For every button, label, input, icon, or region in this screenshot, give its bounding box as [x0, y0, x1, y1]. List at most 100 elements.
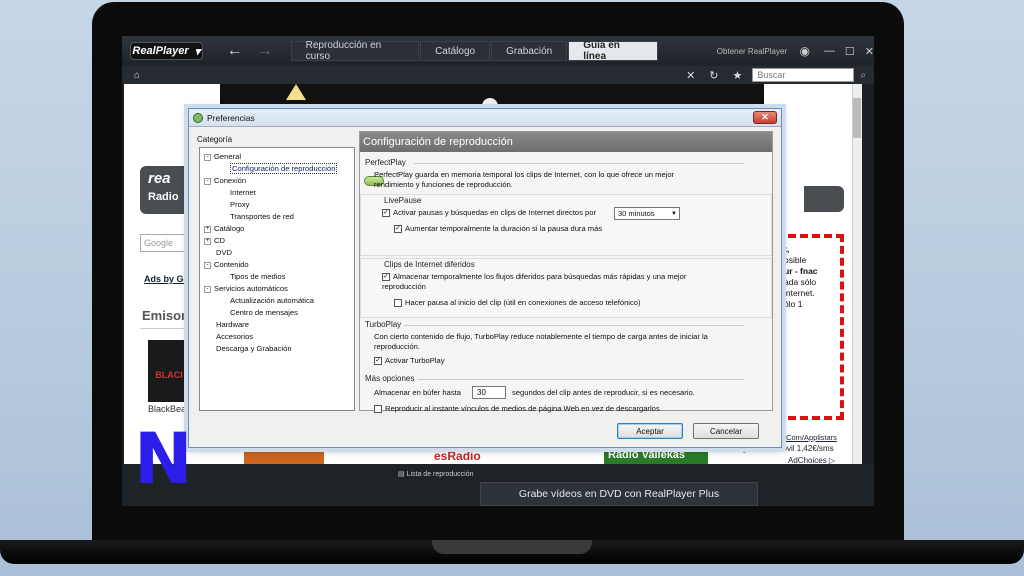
buffer-suffix: segundos del clip antes de reproducir, s… — [512, 388, 695, 397]
page-scrollbar[interactable] — [852, 84, 862, 464]
livepause-enable-checkbox[interactable]: ✓ — [382, 209, 390, 217]
star-icon[interactable]: ★ — [733, 69, 743, 82]
station-label[interactable]: BlackBeat — [148, 404, 189, 414]
emisoras-heading: Emisora — [142, 308, 194, 323]
home-icon[interactable]: ⌂ — [134, 70, 140, 81]
tree-label: Contenido — [214, 260, 249, 269]
livepause-extend-option[interactable]: ✓ Aumentar temporalmente la duración si l… — [394, 224, 602, 234]
tree-item-auto-update[interactable]: Actualización automática — [230, 296, 314, 305]
deferred-store-option[interactable]: ✓ Almacenar temporalmente los flujos dife… — [382, 272, 722, 292]
promo-button[interactable]: Grabe vídeos en DVD con RealPlayer Plus — [480, 482, 758, 506]
tree-item-accessories[interactable]: Accesorios — [216, 332, 253, 341]
browser-tools: ✕ ↻ ★ — [686, 69, 742, 82]
tree-item-dvd[interactable]: DVD — [216, 248, 232, 257]
collapse-icon[interactable]: - — [204, 285, 211, 293]
dropdown-arrow-icon: ▼ — [671, 210, 677, 217]
tab-online-guide[interactable]: Guía en línea — [568, 40, 658, 62]
tree-item-proxy[interactable]: Proxy — [230, 200, 249, 209]
ad-line: t, — [784, 244, 790, 254]
scrollbar-thumb[interactable] — [853, 98, 861, 138]
buffer-seconds-input[interactable]: 30 — [472, 386, 506, 399]
instant-play-option[interactable]: Reproducir al instante vínculos de medio… — [374, 404, 660, 414]
more-options-title: Más opciones — [365, 374, 415, 383]
playlist-toggle[interactable]: ▤ Lista de reproducción — [398, 470, 474, 478]
footer-link[interactable]: .Com/Applistars — [784, 433, 837, 442]
option-label: Almacenar temporalmente los flujos difer… — [382, 272, 687, 291]
deferred-store-checkbox[interactable]: ✓ — [382, 273, 390, 281]
tree-item-catalog[interactable]: + Catálogo — [204, 224, 244, 233]
eye-icon[interactable]: ◉ — [799, 44, 809, 58]
settings-panel: Configuración de reproducción PerfectPla… — [359, 131, 773, 414]
dialog-titlebar[interactable]: Preferencias ✕ — [189, 109, 781, 127]
ad-text[interactable]: t, osible ur - fnac ada sólo internet. ó… — [784, 244, 844, 310]
radio-vallekas-logo[interactable]: Radio Vallekas — [604, 449, 708, 464]
close-icon[interactable]: ✕ — [865, 45, 874, 58]
option-label: Reproducir al instante vínculos de medio… — [385, 404, 660, 413]
stop-icon[interactable]: ✕ — [686, 69, 695, 82]
tree-label: CD — [214, 236, 225, 245]
divider — [418, 379, 744, 380]
tree-item-internet[interactable]: Internet — [230, 188, 256, 197]
perfectplay-title: PerfectPlay — [365, 158, 406, 167]
station-thumbnail[interactable]: BLACI — [148, 340, 190, 402]
ad-line: osible — [784, 255, 807, 265]
livepause-duration-select[interactable]: 30 minutos ▼ — [614, 207, 680, 220]
search-icon[interactable]: ⌕ — [860, 70, 866, 81]
turboplay-description: Con cierto contenido de flujo, TurboPlay… — [374, 332, 708, 351]
maximize-icon[interactable]: ☐ — [845, 45, 855, 58]
dialog-close-button[interactable]: ✕ — [753, 111, 777, 124]
tree-item-network-transports[interactable]: Transportes de red — [230, 212, 294, 221]
tree-item-playback-settings[interactable]: Configuración de reproducción — [230, 163, 338, 174]
accept-button[interactable]: Aceptar — [617, 423, 683, 439]
search-input[interactable] — [752, 68, 855, 82]
tree-item-message-center[interactable]: Centro de mensajes — [230, 308, 298, 317]
red-logo-block[interactable] — [244, 449, 324, 464]
deferred-pause-option[interactable]: Hacer pausa al inicio del clip (útil en … — [394, 298, 641, 308]
option-label: Activar pausas y búsquedas en clips de I… — [393, 208, 597, 217]
cancel-button[interactable]: Cancelar — [693, 423, 759, 439]
instant-play-checkbox[interactable] — [374, 405, 382, 413]
browser-toolbar: ⌂ ✕ ↻ ★ ⌕ — [122, 66, 874, 84]
refresh-icon[interactable]: ↻ — [709, 69, 718, 82]
expand-icon[interactable]: + — [204, 237, 211, 245]
google-search-box[interactable]: Google — [140, 234, 190, 252]
tab-library[interactable]: Catálogo — [420, 41, 491, 61]
tree-item-cd[interactable]: + CD — [204, 236, 225, 245]
livepause-extend-checkbox[interactable]: ✓ — [394, 225, 402, 233]
tree-item-media-types[interactable]: Tipos de medios — [230, 272, 285, 281]
preferences-dialog: Preferencias ✕ Categoría - General Config… — [188, 108, 782, 448]
livepause-enable-option[interactable]: ✓ Activar pausas y búsquedas en clips de … — [382, 208, 596, 218]
playlist-icon: ▤ — [398, 471, 405, 478]
collapse-icon[interactable]: - — [204, 177, 211, 185]
tab-now-playing[interactable]: Reproducción en curso — [290, 40, 420, 62]
tree-item-content[interactable]: - Contenido — [204, 260, 249, 269]
ads-link[interactable]: Ads by Goo — [144, 274, 195, 284]
esradio-logo[interactable]: esRadio — [430, 449, 542, 464]
livepause-title: LivePause — [384, 196, 422, 205]
window-controls: — ☐ ✕ — [824, 45, 874, 58]
get-realplayer-link[interactable]: Obtener RealPlayer — [717, 47, 788, 56]
ad-line: ur - fnac — [784, 266, 818, 276]
tree-item-automatic-services[interactable]: - Servicios automáticos — [204, 284, 288, 293]
chevron-down-icon: ▾ — [194, 45, 201, 58]
collapse-icon[interactable]: - — [204, 261, 211, 269]
collapse-icon[interactable]: - — [204, 153, 211, 161]
player-toolbar: RealPlayer ▾ ← → Reproducción en curso C… — [122, 36, 874, 66]
tree-item-general[interactable]: - General — [204, 152, 241, 161]
tree-item-download-recording[interactable]: Descarga y Grabación — [216, 344, 292, 353]
tree-item-connection[interactable]: - Conexión — [204, 176, 246, 185]
radio-bar — [804, 186, 844, 212]
back-arrow-icon[interactable]: ← — [227, 42, 243, 60]
forward-arrow-icon[interactable]: → — [257, 42, 273, 60]
radio-logo-top: rea — [148, 170, 171, 187]
tree-item-hardware[interactable]: Hardware — [216, 320, 249, 329]
turboplay-title: TurboPlay — [365, 320, 402, 329]
expand-icon[interactable]: + — [204, 225, 211, 233]
deferred-pause-checkbox[interactable] — [394, 299, 402, 307]
realplayer-menu-button[interactable]: RealPlayer ▾ — [130, 42, 203, 60]
minimize-icon[interactable]: — — [824, 45, 835, 58]
turboplay-enable-option[interactable]: ✓ Activar TurboPlay — [374, 356, 445, 366]
turboplay-enable-checkbox[interactable]: ✓ — [374, 357, 382, 365]
select-value: 30 minutos — [618, 209, 655, 218]
tab-burn[interactable]: Grabación — [491, 41, 568, 61]
